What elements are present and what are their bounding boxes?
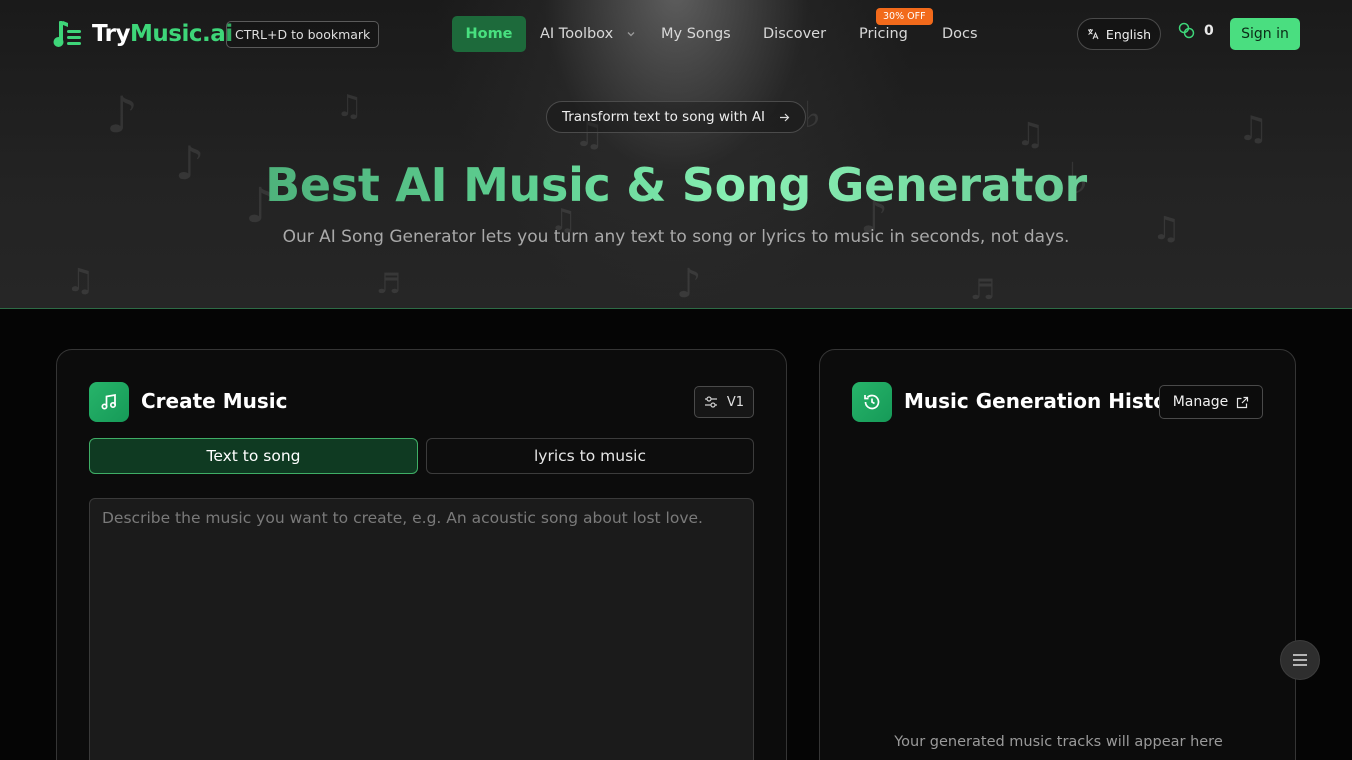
chevron-down-icon — [627, 32, 635, 37]
history-icon — [852, 382, 892, 422]
music-note-decoration-icon: ♬ — [376, 267, 402, 300]
music-note-decoration-icon: ♫ — [66, 261, 95, 299]
music-note-decoration-icon: ♪ — [106, 86, 138, 144]
hero-pill-text: Transform text to song with AI — [561, 109, 766, 125]
music-note-decoration-icon: ♬ — [970, 273, 996, 306]
brand-name-part1: Try — [92, 21, 131, 47]
arrow-right-icon — [780, 113, 790, 121]
credits-value: 0 — [1204, 22, 1214, 39]
music-note-decoration-icon: ♫ — [1238, 109, 1269, 149]
translate-icon — [1087, 29, 1099, 40]
sign-in-button[interactable]: Sign in — [1230, 18, 1300, 50]
bookmark-hint: CTRL+D to bookmark — [226, 21, 380, 48]
nav-my-songs[interactable]: My Songs — [661, 16, 731, 52]
top-navbar: TryMusic.ai CTRL+D to bookmark Home AI T… — [0, 0, 1352, 68]
credits-counter[interactable]: 0 — [1178, 22, 1214, 39]
create-music-title: Create Music — [141, 389, 288, 413]
history-empty-message: Your generated music tracks will appear … — [894, 734, 1223, 750]
coins-icon — [1178, 22, 1195, 39]
nav-ai-toolbox[interactable]: AI Toolbox — [540, 16, 636, 52]
sliders-icon — [704, 396, 717, 408]
floating-menu-button[interactable] — [1280, 640, 1320, 680]
nav-docs[interactable]: Docs — [942, 16, 978, 52]
manage-label: Manage — [1172, 394, 1229, 410]
tab-lyrics-to-music[interactable]: lyrics to music — [426, 438, 754, 474]
music-note-decoration-icon: ♫ — [336, 89, 363, 124]
music-list-icon — [52, 18, 84, 50]
model-version-button[interactable]: V1 — [694, 386, 754, 418]
brand-name-part2: Music.ai — [130, 21, 233, 47]
tab-text-to-song[interactable]: Text to song — [89, 438, 418, 474]
nav-ai-toolbox-label: AI Toolbox — [540, 26, 614, 42]
manage-button[interactable]: Manage — [1159, 385, 1263, 419]
discount-badge: 30% OFF — [876, 8, 933, 25]
language-label: English — [1105, 26, 1152, 42]
nav-home[interactable]: Home — [452, 16, 526, 52]
history-panel: Music Generation History Manage Your gen… — [819, 349, 1296, 760]
music-note-decoration-icon: ♭ — [804, 95, 821, 136]
history-title: Music Generation History — [904, 389, 1190, 413]
page-subtitle: Our AI Song Generator lets you turn any … — [282, 227, 1070, 247]
language-selector[interactable]: English — [1077, 18, 1161, 50]
logo[interactable]: TryMusic.ai — [52, 18, 233, 50]
music-note-decoration-icon: ♪ — [676, 261, 702, 307]
nav-discover[interactable]: Discover — [763, 16, 826, 52]
music-note-decoration-icon: ♫ — [1016, 115, 1045, 153]
model-version-label: V1 — [726, 394, 745, 410]
menu-icon — [1293, 654, 1307, 666]
hero-pill-link[interactable]: Transform text to song with AI — [546, 101, 806, 133]
brand-name: TryMusic.ai — [92, 21, 233, 47]
external-link-icon — [1237, 396, 1249, 408]
music-note-icon — [89, 382, 129, 422]
music-description-input[interactable] — [89, 498, 754, 760]
page-title: Best AI Music & Song Generator — [0, 158, 1352, 212]
create-music-panel: Create Music V1 Text to song lyrics to m… — [56, 349, 787, 760]
